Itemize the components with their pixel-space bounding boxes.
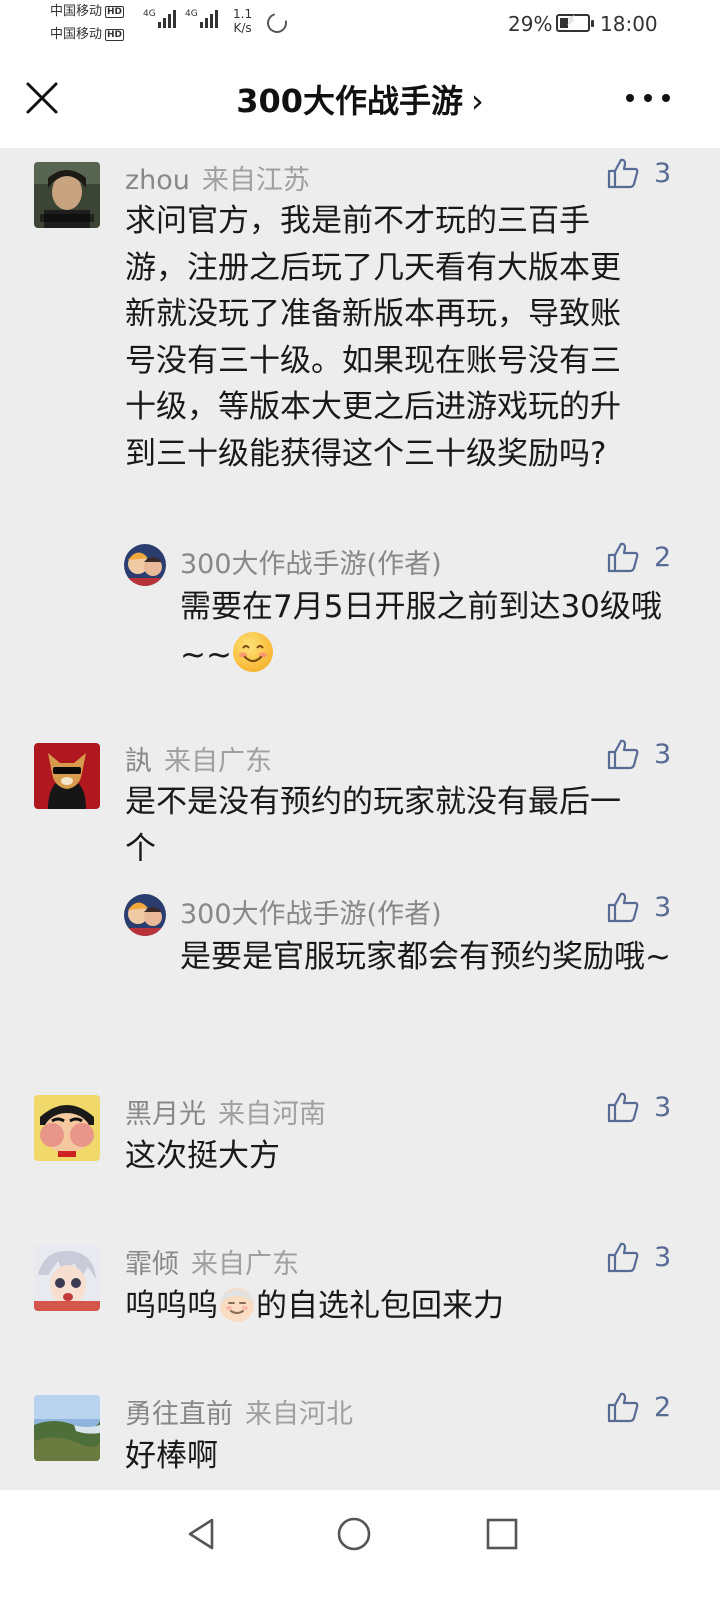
reply-text: 需要在7月5日开服之前到达30级哦~~ [180, 589, 662, 673]
thumbs-up-icon [607, 1392, 639, 1423]
like-button[interactable]: 2 [606, 1390, 671, 1424]
comment-username[interactable]: 霏倾 来自广东 [125, 1242, 299, 1281]
home-circle-icon [337, 1517, 371, 1551]
like-count: 3 [654, 157, 672, 189]
like-button[interactable]: 2 [606, 540, 671, 574]
signal-icon: 4G [143, 10, 178, 28]
like-button[interactable]: 3 [606, 1240, 671, 1274]
nav-home-button[interactable] [336, 1516, 372, 1556]
old-man-emoji [220, 1288, 254, 1322]
thumbs-up-icon [607, 1092, 639, 1123]
nav-recent-button[interactable] [484, 1516, 520, 1556]
thumbs-up-icon [607, 739, 639, 770]
more-button[interactable] [626, 84, 670, 112]
nav-back-button[interactable] [184, 1516, 220, 1556]
carrier-1: 中国移动 HD [50, 4, 125, 19]
clock: 18:00 [600, 12, 658, 36]
reply-username[interactable]: 300大作战手游(作者) [180, 892, 442, 931]
net-speed: 1.1 K/s [233, 7, 253, 35]
hd-badge: HD [105, 29, 125, 41]
avatar[interactable] [34, 1245, 100, 1311]
like-count: 3 [654, 738, 672, 770]
status-bar: 中国移动 HD 中国移动 HD 4G 4G 1.1 K/s 29% ⚡ 18:00 [0, 0, 720, 50]
comment-username[interactable]: 黑月光 来自河南 [125, 1092, 326, 1131]
comment-text: 求问官方，我是前不才玩的三百手游，注册之后玩了几天看有大版本更新就没玩了准备新版… [125, 203, 621, 472]
reply-username[interactable]: 300大作战手游(作者) [180, 542, 442, 581]
comment-list[interactable]: zhou 来自江苏 3 求问官方，我是前不才玩的三百手游，注册之后玩了几天看有大版… [0, 148, 720, 1490]
like-button[interactable]: 3 [606, 737, 671, 771]
like-count: 2 [654, 1391, 672, 1423]
comment-username[interactable]: 勇往直前 来自河北 [125, 1392, 353, 1431]
page-title[interactable]: 300大作战手游 › [0, 76, 720, 122]
title-bar: 300大作战手游 › [0, 50, 720, 148]
carrier-2: 中国移动 HD [50, 27, 125, 42]
recent-apps-square-icon [486, 1518, 518, 1550]
like-count: 3 [654, 1241, 672, 1273]
like-count: 3 [654, 891, 672, 923]
smile-emoji [232, 631, 273, 672]
comment-username[interactable]: zhou 来自江苏 [125, 158, 310, 197]
comment-text: 好棒啊 [125, 1438, 218, 1474]
comment-text: 是不是没有预约的玩家就没有最后一个 [125, 784, 621, 867]
thumbs-up-icon [607, 542, 639, 573]
like-button[interactable]: 3 [606, 156, 671, 190]
comment-username[interactable]: 訙来自广东 [125, 739, 272, 778]
sync-icon [263, 9, 291, 37]
signal-icon: 4G [185, 10, 220, 28]
comment-text: 呜呜呜 的自选礼包回来力 [125, 1288, 504, 1324]
comment-text: 这次挺大方 [125, 1138, 280, 1174]
battery-percent: 29% [508, 12, 553, 36]
avatar[interactable] [34, 743, 100, 809]
author-avatar[interactable] [124, 544, 166, 586]
thumbs-up-icon [607, 158, 639, 189]
reply-text: 是要是官服玩家都会有预约奖励哦~ [180, 939, 671, 975]
like-count: 2 [654, 541, 672, 573]
system-nav-bar [0, 1490, 720, 1600]
like-count: 3 [654, 1091, 672, 1123]
like-button[interactable]: 3 [606, 890, 671, 924]
chevron-right-icon: › [471, 82, 484, 120]
more-icon [626, 94, 634, 102]
thumbs-up-icon [607, 1242, 639, 1273]
avatar[interactable] [34, 1395, 100, 1461]
avatar[interactable] [34, 162, 100, 228]
battery-icon: ⚡ [556, 13, 594, 32]
author-avatar[interactable] [124, 894, 166, 936]
hd-badge: HD [105, 6, 125, 18]
back-triangle-icon [188, 1518, 214, 1550]
like-button[interactable]: 3 [606, 1090, 671, 1124]
avatar[interactable] [34, 1095, 100, 1161]
thumbs-up-icon [607, 892, 639, 923]
